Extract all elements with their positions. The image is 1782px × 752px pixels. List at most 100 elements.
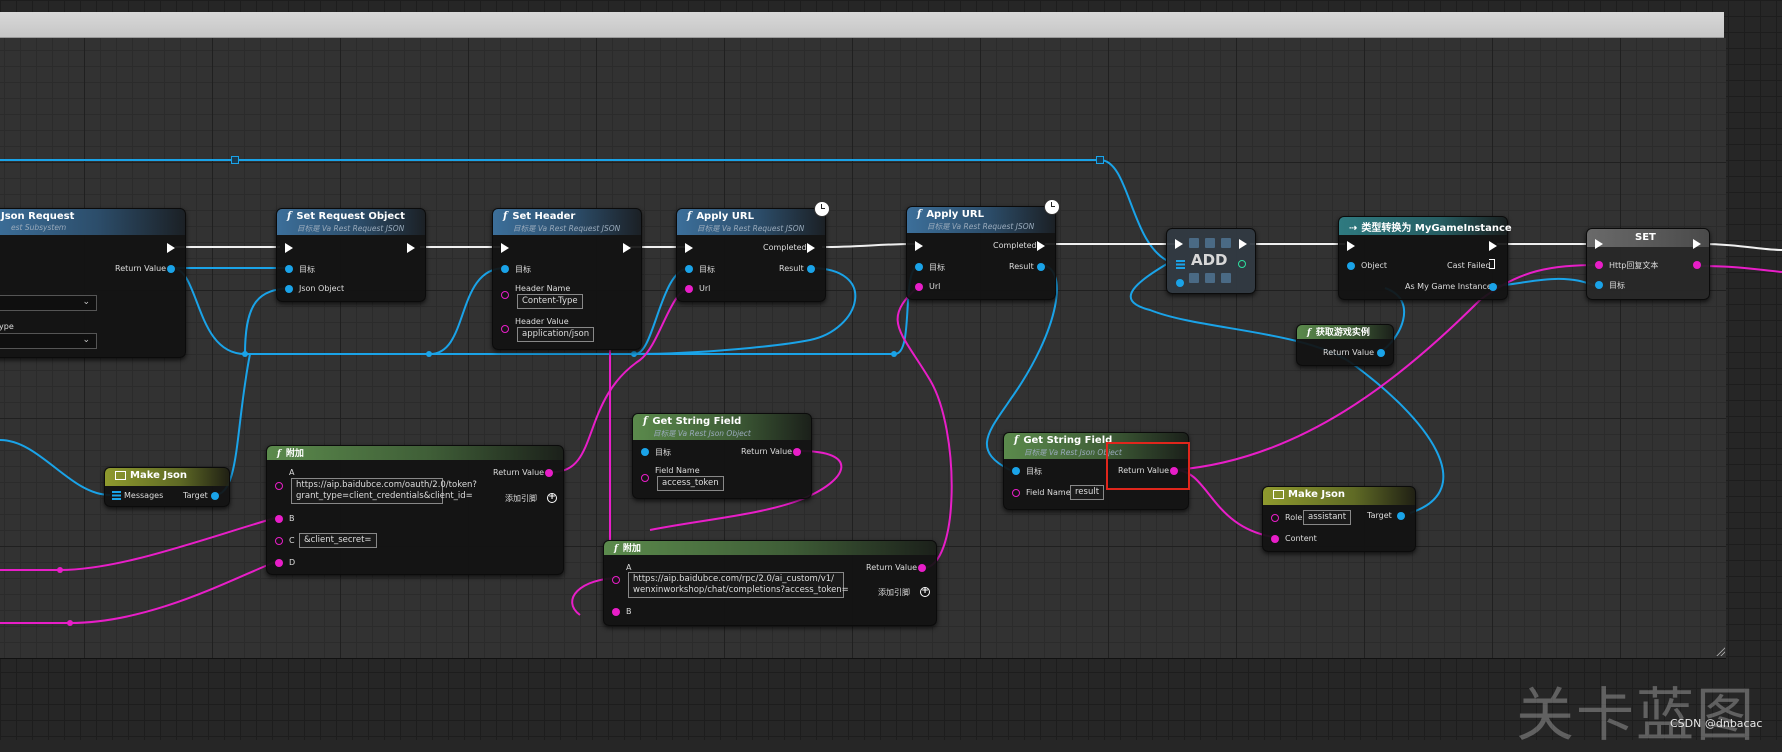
reroute-dot[interactable] bbox=[631, 351, 637, 357]
reroute-node[interactable] bbox=[1096, 156, 1104, 164]
exec-in-pin[interactable] bbox=[685, 243, 693, 253]
exec-in-pin[interactable] bbox=[285, 243, 293, 253]
return-value-pin[interactable] bbox=[545, 469, 553, 477]
return-value-pin[interactable] bbox=[918, 564, 926, 572]
verb-dropdown[interactable]: ⌄ bbox=[0, 295, 97, 311]
node-apply-url[interactable]: f Apply URL 目标是 Va Rest Request JSON Comp… bbox=[676, 201, 830, 302]
exec-out-pin[interactable] bbox=[1489, 241, 1497, 251]
target-pin[interactable] bbox=[501, 265, 509, 273]
array-icon[interactable] bbox=[1176, 260, 1185, 269]
return-value-pin[interactable] bbox=[1377, 349, 1385, 357]
latent-clock-icon bbox=[814, 201, 830, 217]
as-instance-pin[interactable] bbox=[1489, 283, 1497, 291]
header-name-pin[interactable] bbox=[501, 291, 509, 299]
node-make-json[interactable]: Make Json Role assistant Target Content bbox=[1262, 486, 1416, 552]
role-pin[interactable] bbox=[1271, 514, 1279, 522]
exec-in-pin[interactable] bbox=[1347, 241, 1355, 251]
c-pin[interactable] bbox=[275, 537, 283, 545]
value-pin[interactable] bbox=[1595, 261, 1603, 269]
node-append[interactable]: f 附加 A https://aip.baidubce.com/rpc/2.0/a… bbox=[603, 540, 937, 626]
reroute-node[interactable] bbox=[231, 156, 239, 164]
pin-label: As My Game Instance bbox=[1405, 282, 1492, 291]
exec-out-pin[interactable] bbox=[1239, 239, 1247, 249]
header-value-pin[interactable] bbox=[501, 325, 509, 333]
pin-label: Return Value bbox=[493, 468, 545, 477]
url-pin[interactable] bbox=[685, 285, 693, 293]
grid-icon bbox=[1221, 273, 1231, 283]
reroute-dot[interactable] bbox=[57, 567, 63, 573]
b-pin[interactable] bbox=[275, 515, 283, 523]
exec-in-pin[interactable] bbox=[501, 243, 509, 253]
object-pin[interactable] bbox=[1347, 262, 1355, 270]
a-value-field[interactable]: https://aip.baidubce.com/oauth/2.0/token… bbox=[291, 478, 477, 504]
b-pin[interactable] bbox=[612, 608, 620, 616]
a-pin[interactable] bbox=[612, 576, 620, 584]
a-pin[interactable] bbox=[275, 482, 283, 490]
url-pin[interactable] bbox=[915, 283, 923, 291]
node-make-json[interactable]: Make Json Messages Target bbox=[104, 467, 230, 507]
reroute-dot[interactable] bbox=[67, 620, 73, 626]
target-pin[interactable] bbox=[1012, 467, 1020, 475]
field-name-field[interactable]: result bbox=[1070, 485, 1105, 500]
exec-out-pin[interactable] bbox=[1693, 239, 1701, 249]
completed-exec-pin[interactable] bbox=[807, 243, 815, 253]
node-title: 类型转换为 MyGameInstance bbox=[1361, 223, 1512, 234]
completed-exec-pin[interactable] bbox=[1037, 241, 1045, 251]
c-value-field[interactable]: &client_secret= bbox=[299, 533, 377, 548]
content-pin[interactable] bbox=[1271, 535, 1279, 543]
result-pin[interactable] bbox=[807, 265, 815, 273]
node-apply-url[interactable]: f Apply URL 目标是 Va Rest Request JSON Comp… bbox=[906, 199, 1060, 300]
node-append[interactable]: f 附加 A https://aip.baidubce.com/oauth/2.0… bbox=[266, 445, 564, 575]
exec-out-pin[interactable] bbox=[623, 243, 631, 253]
exec-out-pin[interactable] bbox=[167, 243, 175, 253]
node-get-game-instance[interactable]: f 获取游戏实例 Return Value bbox=[1296, 324, 1394, 366]
index-pin[interactable] bbox=[1238, 260, 1246, 268]
header-name-field[interactable]: Content-Type bbox=[517, 294, 583, 309]
node-set-header[interactable]: f Set Header 目标是 Va Rest Request JSON 目标 … bbox=[492, 208, 642, 350]
return-value-pin[interactable] bbox=[793, 448, 801, 456]
field-name-field[interactable]: access_token bbox=[657, 476, 724, 491]
array-icon[interactable] bbox=[112, 491, 121, 500]
node-cast-to-mygameinstance[interactable]: ⇢ 类型转换为 MyGameInstance Object Cast Failed… bbox=[1338, 216, 1512, 300]
target-pin[interactable] bbox=[1397, 512, 1405, 520]
target-pin[interactable] bbox=[1595, 281, 1603, 289]
target-pin[interactable] bbox=[211, 492, 219, 500]
pin-label: 目标 bbox=[655, 448, 671, 457]
d-pin[interactable] bbox=[275, 559, 283, 567]
reroute-dot[interactable] bbox=[426, 351, 432, 357]
a-value-field[interactable]: https://aip.baidubce.com/rpc/2.0/ai_cust… bbox=[628, 572, 849, 598]
json-object-pin[interactable] bbox=[285, 285, 293, 293]
target-pin[interactable] bbox=[285, 265, 293, 273]
item-pin[interactable] bbox=[1176, 279, 1184, 287]
target-pin[interactable] bbox=[641, 448, 649, 456]
reroute-dot[interactable] bbox=[242, 351, 248, 357]
node-set-variable[interactable]: SET Http回复文本 目标 bbox=[1586, 228, 1710, 300]
pin-label: Return Value bbox=[741, 447, 793, 456]
add-pin-icon[interactable]: + bbox=[920, 587, 930, 597]
value-out-pin[interactable] bbox=[1693, 261, 1701, 269]
role-field[interactable]: assistant bbox=[1303, 510, 1352, 525]
resize-grip[interactable] bbox=[1715, 646, 1725, 656]
node-get-string-field[interactable]: f Get String Field 目标是 Va Rest Json Objec… bbox=[632, 413, 812, 499]
reroute-dot[interactable] bbox=[891, 351, 897, 357]
node-construct-json-request[interactable]: Json Request est Subsystem Return Value … bbox=[0, 208, 186, 358]
exec-in-pin[interactable] bbox=[1595, 239, 1603, 249]
content-type-dropdown[interactable]: ⌄ bbox=[0, 333, 97, 349]
target-pin[interactable] bbox=[685, 265, 693, 273]
field-name-pin[interactable] bbox=[641, 474, 649, 482]
exec-in-pin[interactable] bbox=[1175, 239, 1183, 249]
cast-failed-exec-pin[interactable] bbox=[1489, 259, 1497, 270]
pin-label: Target bbox=[1367, 511, 1392, 520]
field-name-pin[interactable] bbox=[1012, 489, 1020, 497]
exec-in-pin[interactable] bbox=[915, 241, 923, 251]
return-value-pin[interactable] bbox=[167, 265, 175, 273]
header-value-field[interactable]: application/json bbox=[517, 327, 595, 342]
add-pin-icon[interactable]: + bbox=[547, 493, 557, 503]
node-array-add[interactable]: ADD bbox=[1166, 228, 1256, 294]
exec-out-pin[interactable] bbox=[407, 243, 415, 253]
result-pin[interactable] bbox=[1037, 263, 1045, 271]
node-set-request-object[interactable]: f Set Request Object 目标是 Va Rest Request … bbox=[276, 208, 426, 302]
function-icon: f bbox=[643, 416, 648, 427]
node-title: Apply URL bbox=[926, 209, 984, 220]
target-pin[interactable] bbox=[915, 263, 923, 271]
